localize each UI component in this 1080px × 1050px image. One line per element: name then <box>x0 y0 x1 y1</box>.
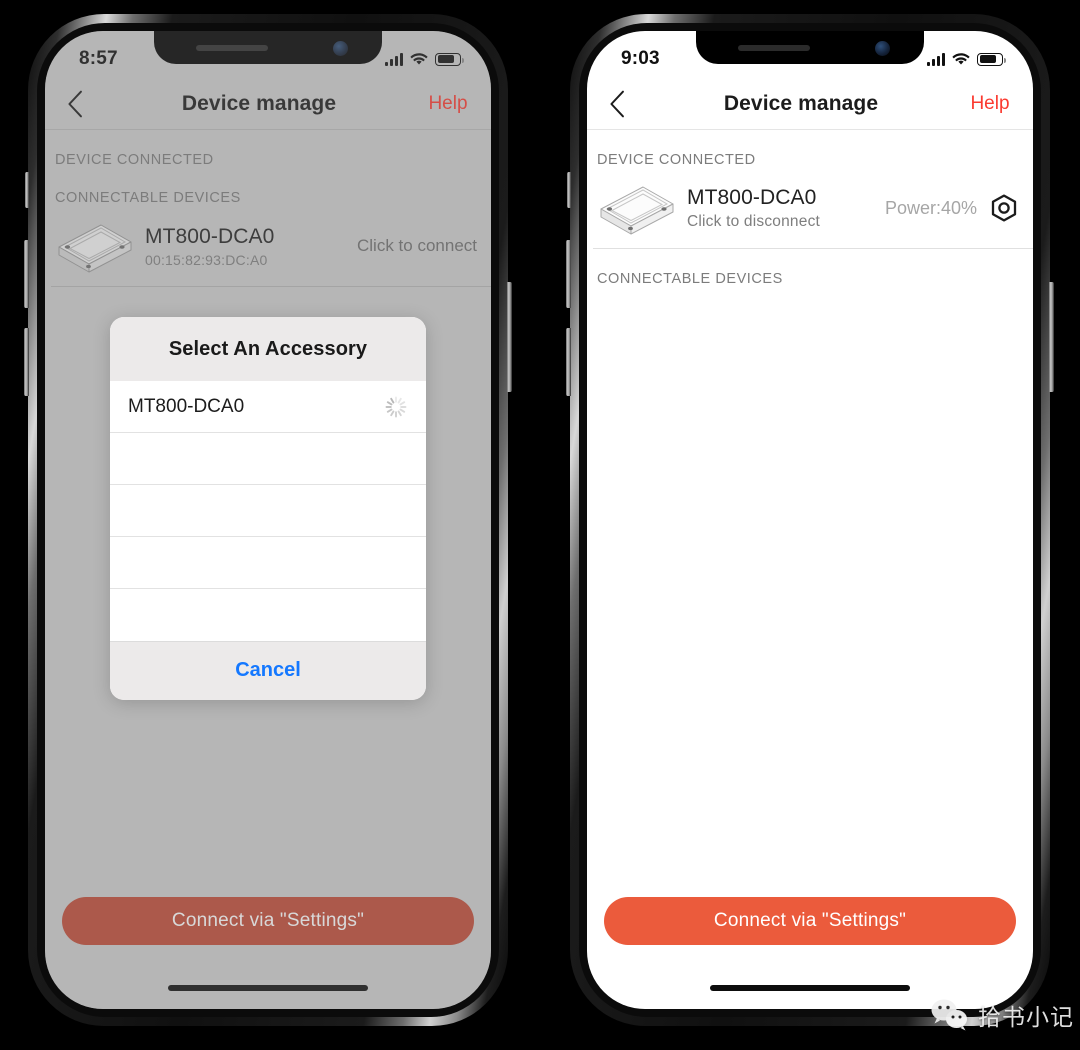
mute-switch-left[interactable] <box>25 172 29 208</box>
section-header-connected-right: DEVICE CONNECTED <box>597 152 756 168</box>
content-right: DEVICE CONNECTED MT800-DCA0 Click to dis… <box>587 130 1033 1009</box>
nav-divider-right <box>587 129 1033 130</box>
connected-device-info-right: MT800-DCA0 Click to disconnect <box>681 186 885 231</box>
help-button-right[interactable]: Help <box>953 93 1033 115</box>
volume-down-button-right[interactable] <box>566 328 571 396</box>
wechat-logo-icon <box>930 998 970 1032</box>
loading-spinner-icon <box>384 395 408 419</box>
sheet-accessory-item[interactable]: MT800-DCA0 <box>110 381 426 433</box>
watermark: 拾书小记 <box>930 998 1074 1032</box>
home-indicator-right[interactable] <box>710 985 910 991</box>
device-name-right: MT800-DCA0 <box>687 185 817 209</box>
phone-right: 9:03 Device manage Help DEVICE CONNECTED… <box>566 14 1054 1026</box>
status-time-right: 9:03 <box>621 48 660 69</box>
phone-left: 8:57 Device manage Help DEVICE CONNECTED… <box>24 14 512 1026</box>
sheet-accessory-label: MT800-DCA0 <box>128 395 245 417</box>
mute-switch-right[interactable] <box>567 172 571 208</box>
sheet-accessory-list: MT800-DCA0 <box>110 381 426 641</box>
cta-container-right: Connect via "Settings" <box>587 897 1033 945</box>
sheet-empty-row <box>110 485 426 537</box>
power-button-right[interactable] <box>1049 282 1054 392</box>
volume-down-button-left[interactable] <box>24 328 29 396</box>
select-accessory-sheet: Select An Accessory MT800-DCA0 Cancel <box>110 317 426 700</box>
battery-icon <box>977 52 1007 66</box>
back-button-right[interactable] <box>587 90 649 118</box>
screenshot-stage: 8:57 Device manage Help DEVICE CONNECTED… <box>0 0 1080 1050</box>
sheet-title: Select An Accessory <box>110 317 426 381</box>
connect-via-settings-button-right[interactable]: Connect via "Settings" <box>604 897 1016 945</box>
volume-up-button-left[interactable] <box>24 240 29 308</box>
sheet-empty-row <box>110 589 426 641</box>
disconnect-action-label-right[interactable]: Click to disconnect <box>687 213 885 231</box>
page-title-right: Device manage <box>723 92 879 115</box>
front-camera-icon <box>875 41 890 56</box>
sheet-empty-row <box>110 537 426 589</box>
cellular-bars-icon <box>927 52 945 66</box>
power-button-left[interactable] <box>507 282 512 392</box>
chevron-left-icon <box>608 90 628 118</box>
connected-device-row-right[interactable]: MT800-DCA0 Click to disconnect Power:40% <box>587 168 1033 248</box>
nav-bar-right: Device manage Help <box>587 79 1033 129</box>
wifi-icon <box>952 52 970 66</box>
sheet-cancel-button[interactable]: Cancel <box>110 641 426 700</box>
scanner-bar-device-image <box>591 178 681 238</box>
volume-up-button-right[interactable] <box>566 240 571 308</box>
watermark-text: 拾书小记 <box>978 1005 1074 1031</box>
section-header-connectable-right: CONNECTABLE DEVICES <box>597 271 783 287</box>
screen-right: 9:03 Device manage Help DEVICE CONNECTED… <box>587 31 1033 1009</box>
screen-left: 8:57 Device manage Help DEVICE CONNECTED… <box>45 31 491 1009</box>
status-icons-right <box>927 52 1007 66</box>
device-power-label-right: Power:40% <box>884 197 977 218</box>
hex-nut-settings-icon[interactable] <box>989 193 1019 223</box>
notch-right <box>696 31 924 64</box>
sheet-empty-row <box>110 433 426 485</box>
earpiece-speaker-icon <box>738 45 810 51</box>
